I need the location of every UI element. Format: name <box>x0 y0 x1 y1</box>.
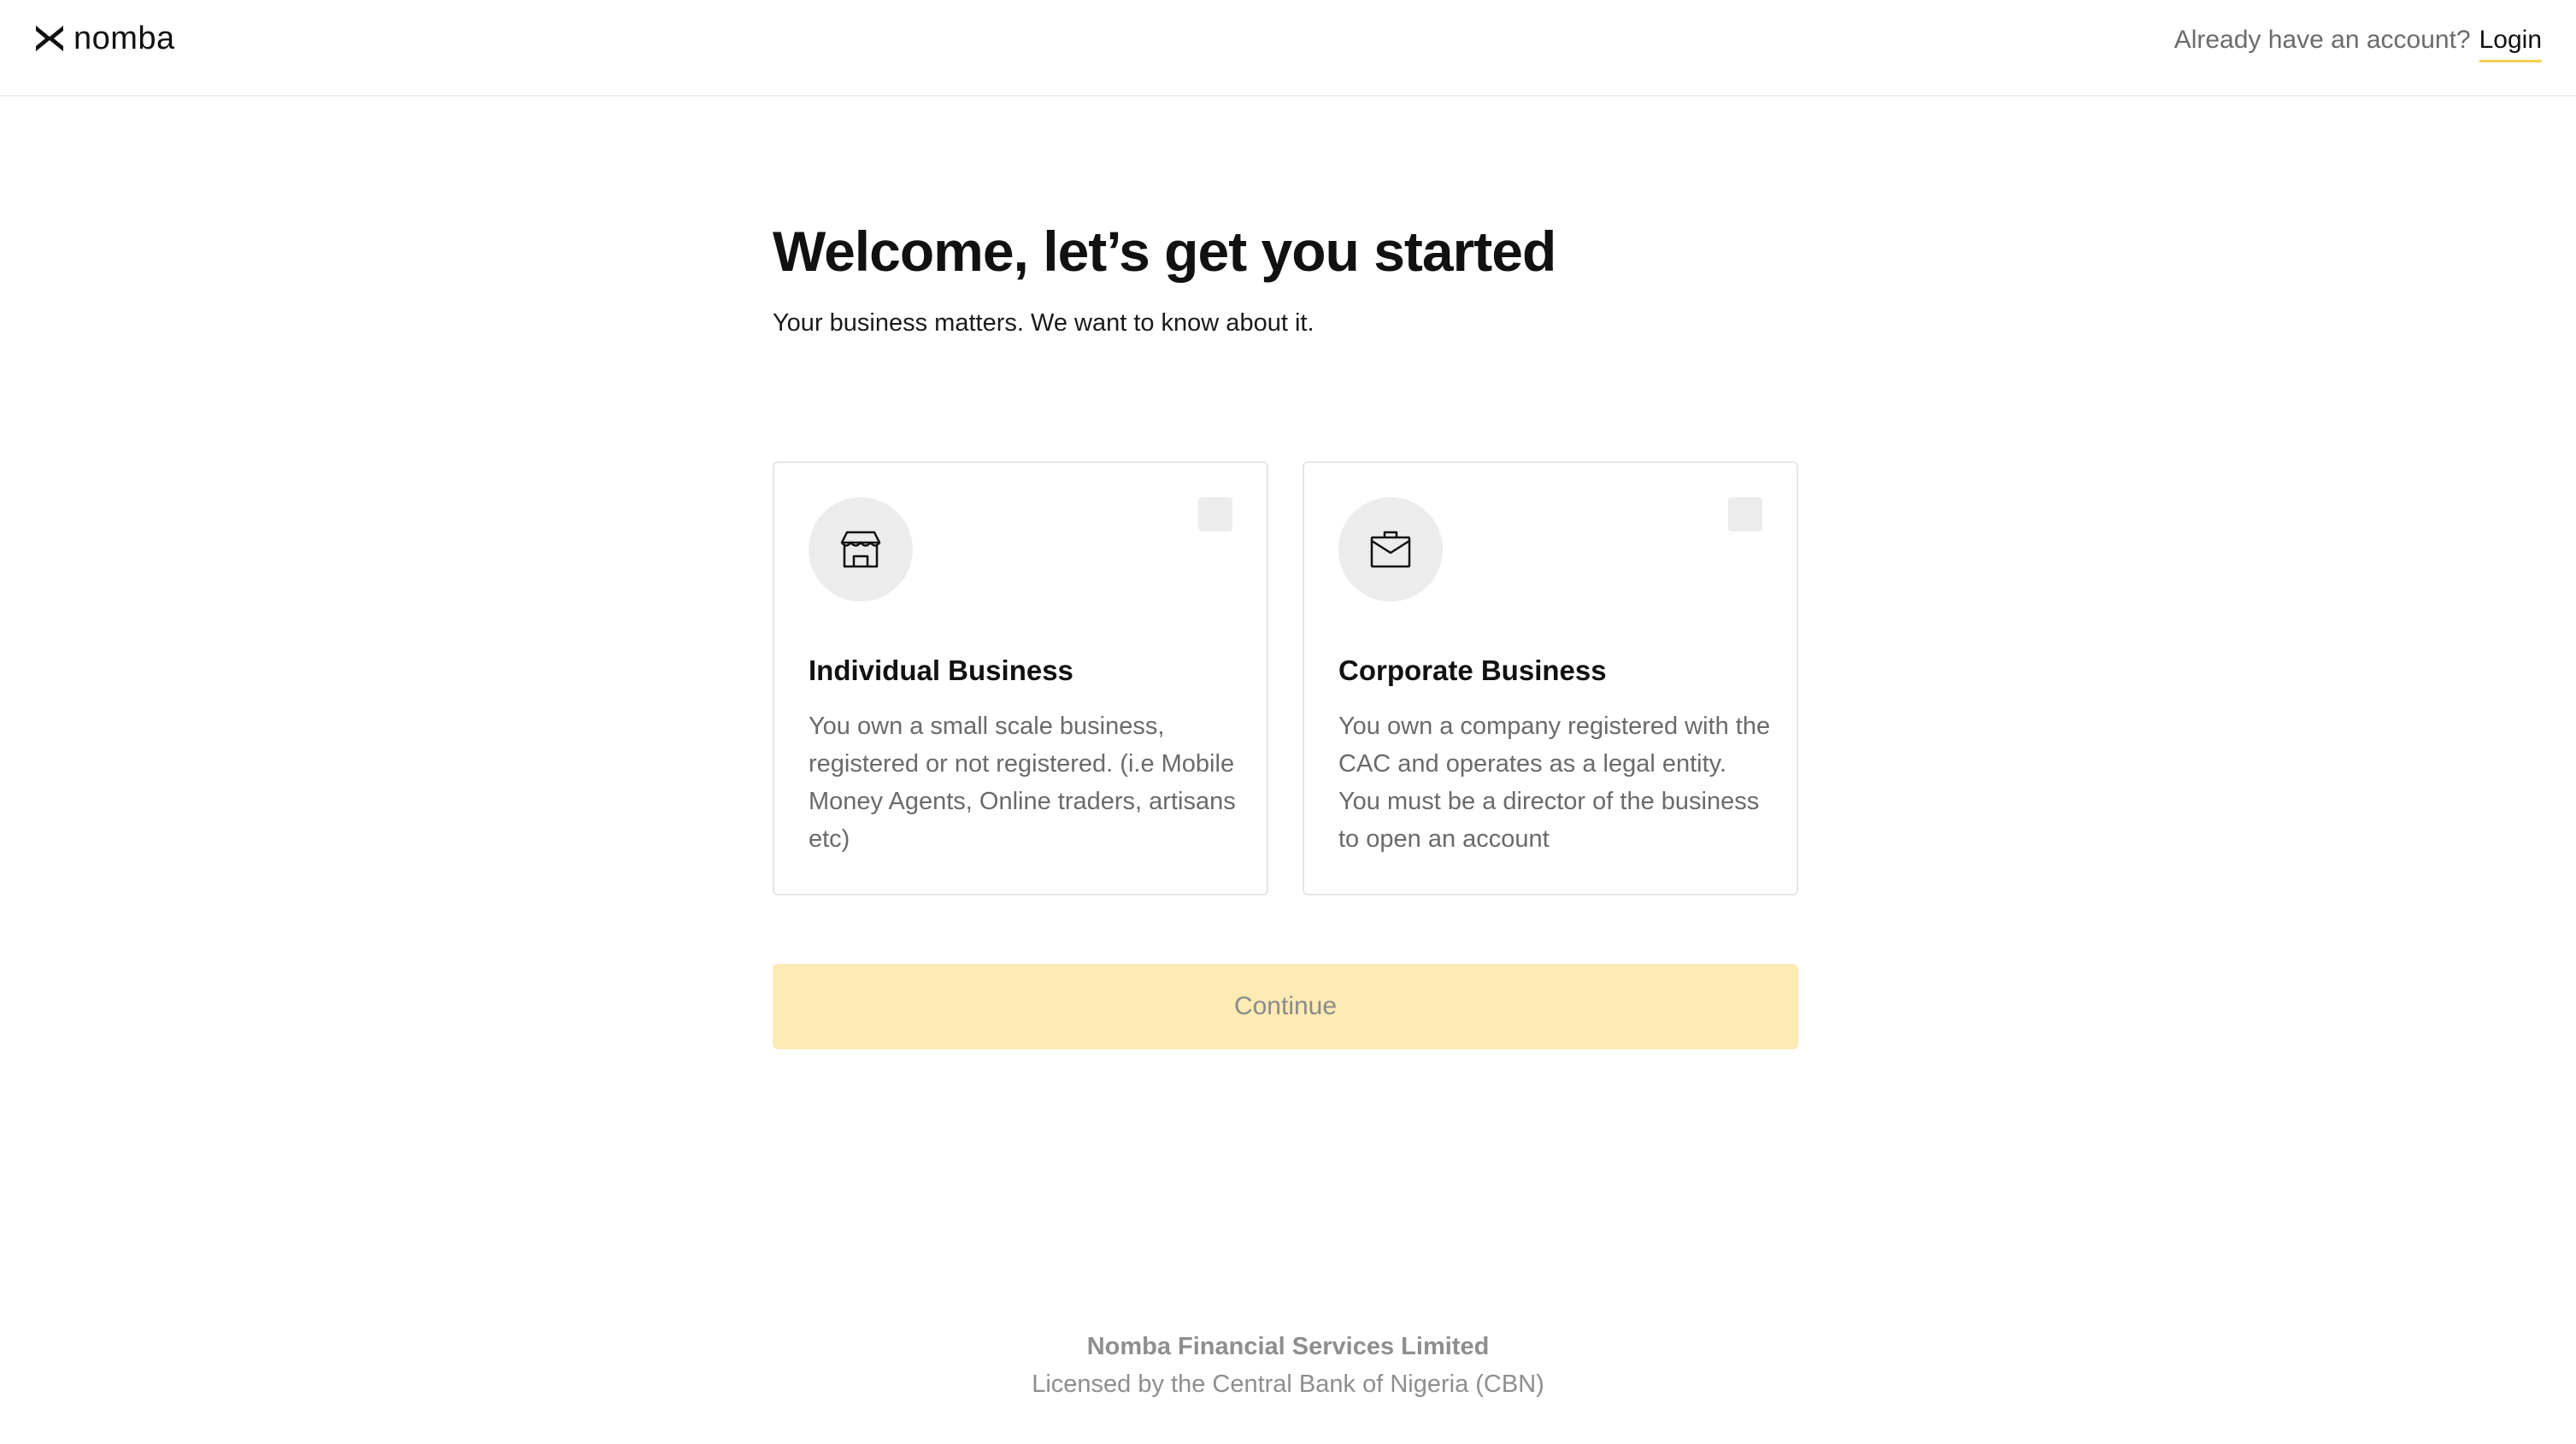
onboarding-main: Welcome, let’s get you started Your busi… <box>773 217 1798 1049</box>
store-icon <box>840 531 881 568</box>
continue-button[interactable]: Continue <box>773 964 1798 1049</box>
top-header: nomba Already have an account? Login <box>0 0 2576 97</box>
nomba-logo[interactable]: nomba <box>34 21 175 56</box>
business-type-options: Individual Business You own a small scal… <box>773 461 1798 895</box>
corporate-business-checkbox[interactable] <box>1728 497 1762 531</box>
corporate-business-card[interactable]: Corporate Business You own a company reg… <box>1303 461 1798 895</box>
page-title: Welcome, let’s get you started <box>773 220 1556 283</box>
footer-license-text: Licensed by the Central Bank of Nigeria … <box>1032 1371 1544 1398</box>
footer-company-name: Nomba Financial Services Limited <box>1086 1333 1490 1360</box>
page-subtitle: Your business matters. We want to know a… <box>773 309 1314 337</box>
corporate-business-title: Corporate Business <box>1338 654 1607 686</box>
account-prompt-text: Already have an account? <box>2173 26 2471 54</box>
individual-business-description: You own a small scale business, register… <box>809 713 1236 853</box>
individual-business-card[interactable]: Individual Business You own a small scal… <box>773 461 1268 895</box>
individual-business-checkbox[interactable] <box>1198 497 1232 531</box>
corporate-business-icon-wrapper <box>1338 497 1443 602</box>
individual-business-title: Individual Business <box>809 654 1073 686</box>
page-footer: Nomba Financial Services Limited License… <box>0 1330 2576 1401</box>
nomba-logo-icon <box>36 26 63 51</box>
account-prompt: Already have an account? Login <box>2174 26 2542 62</box>
corporate-business-description: You own a company registered with the CA… <box>1338 713 1771 853</box>
brand-name: nomba <box>74 21 175 56</box>
login-link[interactable]: Login <box>2479 26 2542 62</box>
individual-business-icon-wrapper <box>809 497 913 602</box>
briefcase-icon <box>1370 531 1411 568</box>
